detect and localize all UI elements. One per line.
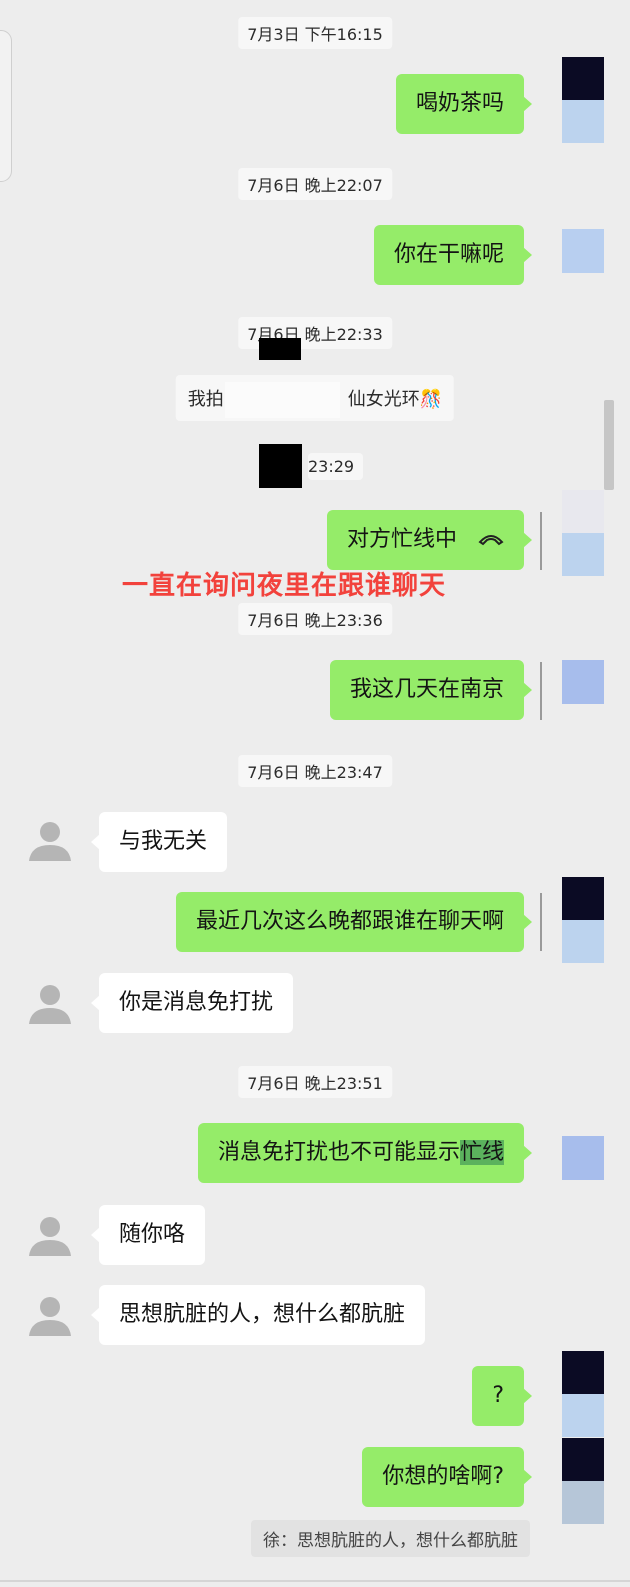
sent-message[interactable]: 你想的啥啊? [362, 1447, 532, 1507]
phone-hangup-icon [478, 525, 504, 555]
sent-message[interactable]: 你在干嘛呢 [373, 225, 533, 285]
sent-message[interactable]: 最近几次这么晚都跟谁在聊天啊 [175, 892, 533, 952]
redaction-block [259, 444, 302, 488]
my-avatar[interactable] [562, 490, 604, 576]
divider [540, 662, 542, 720]
received-message[interactable]: 与我无关 [90, 812, 228, 872]
timestamp: 7月6日 晚上23:51 [238, 1066, 392, 1098]
redaction-white [225, 382, 340, 418]
sent-message[interactable]: ? [472, 1366, 532, 1426]
pat-emoji: 🎊 [419, 389, 443, 410]
sent-message[interactable]: 我这几天在南京 [329, 660, 533, 720]
my-avatar[interactable] [562, 1351, 604, 1437]
divider [540, 893, 542, 951]
my-avatar[interactable] [562, 660, 604, 704]
message-text: 消息免打扰也不可能显示 [217, 1140, 460, 1165]
quoted-reply[interactable]: 徐：思想肮脏的人，想什么都肮脏 [251, 1520, 530, 1557]
left-panel-edge [0, 30, 12, 182]
my-avatar[interactable] [562, 1438, 604, 1524]
contact-avatar[interactable] [25, 978, 75, 1028]
received-message[interactable]: 随你咯 [90, 1205, 206, 1265]
redaction-block [259, 338, 301, 360]
timestamp: 7月3日 下午16:15 [238, 17, 392, 49]
contact-avatar[interactable] [25, 1210, 75, 1260]
highlighted-text: 忙线 [459, 1140, 504, 1165]
timestamp: 7月6日 晚上22:07 [238, 168, 392, 200]
scrollbar[interactable] [604, 400, 614, 490]
input-divider [0, 1580, 630, 1582]
call-status-text: 对方忙线中 [346, 527, 457, 552]
call-message[interactable]: 对方忙线中 [326, 510, 533, 570]
my-avatar[interactable] [562, 229, 604, 273]
my-avatar[interactable] [562, 1136, 604, 1180]
sent-message[interactable]: 消息免打扰也不可能显示忙线 [197, 1123, 533, 1183]
contact-avatar[interactable] [25, 1290, 75, 1340]
pat-text-right: 仙女光环 [347, 389, 420, 410]
timestamp: 23:29 [308, 453, 364, 480]
sent-message[interactable]: 喝奶茶吗 [395, 74, 533, 134]
my-avatar[interactable] [562, 57, 604, 143]
red-annotation: 一直在询问夜里在跟谁聊天 [122, 571, 447, 601]
divider [540, 512, 542, 570]
timestamp: 7月6日 晚上23:47 [238, 755, 392, 787]
received-message[interactable]: 思想肮脏的人，想什么都肮脏 [90, 1285, 426, 1345]
timestamp: 7月6日 晚上23:36 [238, 603, 392, 635]
contact-avatar[interactable] [25, 815, 75, 865]
received-message[interactable]: 你是消息免打扰 [90, 973, 294, 1033]
my-avatar[interactable] [562, 877, 604, 963]
